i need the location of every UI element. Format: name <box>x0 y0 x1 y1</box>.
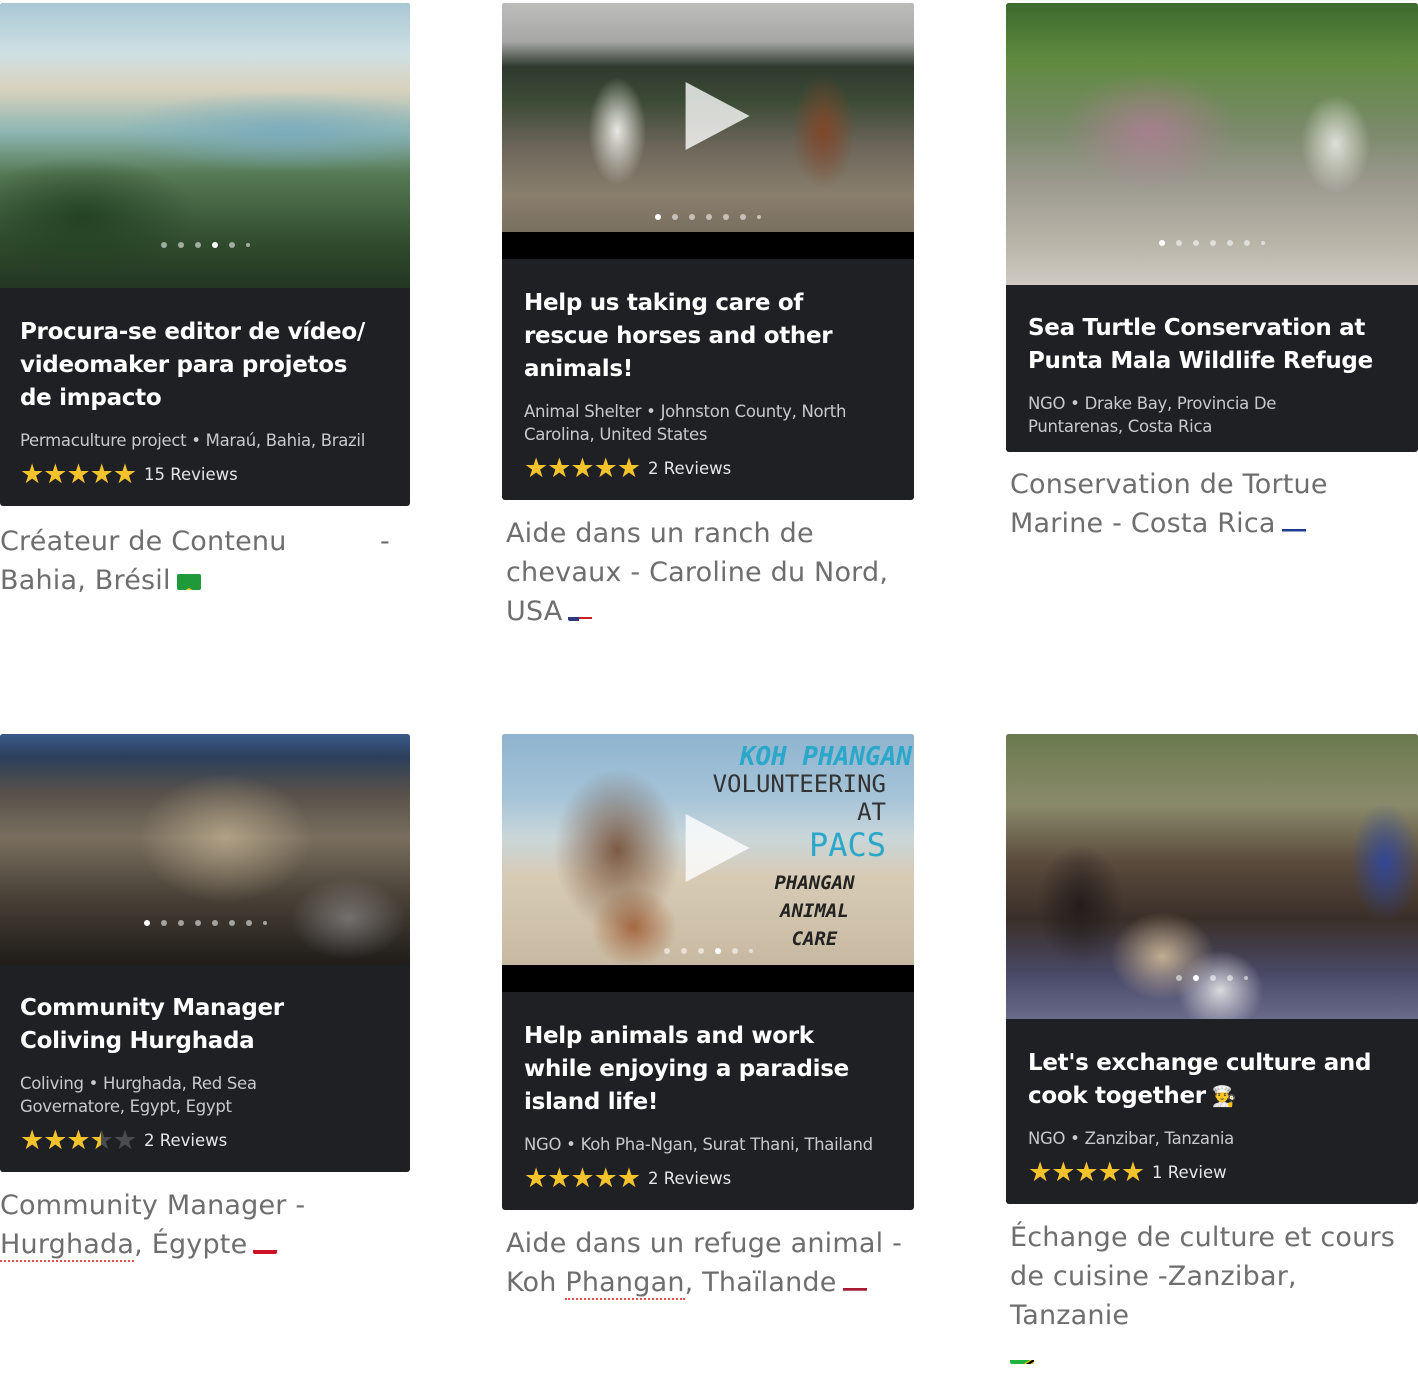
carousel-dot-active[interactable] <box>1159 240 1165 246</box>
listing-card[interactable]: Community Manager Coliving Hurghada Coli… <box>0 734 410 1264</box>
listing-photo[interactable] <box>1006 734 1418 1019</box>
review-count[interactable]: 2 Reviews <box>648 459 731 478</box>
carousel-dot[interactable] <box>680 948 687 954</box>
listing-title[interactable]: Sea Turtle Conservation at Punta Mala Wi… <box>1028 312 1378 378</box>
carousel-dot[interactable] <box>706 214 712 220</box>
star-rating-icon: ★★★★★★★★★★ <box>524 1163 641 1193</box>
carousel-dot[interactable] <box>177 920 184 926</box>
review-count[interactable]: 2 Reviews <box>144 1131 227 1150</box>
review-count[interactable]: 1 Review <box>1152 1163 1227 1182</box>
carousel-dot[interactable] <box>1176 975 1182 981</box>
rating: ★★★★★★★★★★ 2 Reviews <box>20 1126 390 1154</box>
rating: ★★★★★ ★★★★★ 15 Reviews <box>20 460 390 488</box>
chef-icon: 👨‍🍳 <box>1211 1084 1237 1108</box>
listing-title[interactable]: Procura-se editor de vídeo/ videomaker p… <box>20 316 370 415</box>
play-icon[interactable] <box>685 813 750 882</box>
rating: ★★★★★★★★★★ 2 Reviews <box>524 1164 894 1192</box>
listing-caption: Échange de culture et cours de cuisine -… <box>1006 1218 1410 1374</box>
carousel-dot[interactable] <box>1227 240 1233 246</box>
listing-meta: NGO • Koh Pha-Ngan, Surat Thani, Thailan… <box>524 1135 873 1154</box>
listing-card[interactable]: Let's exchange culture and cook together… <box>1006 734 1418 1374</box>
carousel-dot-active[interactable] <box>1193 975 1199 981</box>
carousel-dot[interactable] <box>262 921 267 925</box>
brazil-flag-icon <box>176 574 201 590</box>
carousel-dot[interactable] <box>740 214 746 220</box>
review-count[interactable]: 15 Reviews <box>144 465 238 484</box>
listing-meta: Permaculture project • Maraú, Bahia, Bra… <box>20 431 365 450</box>
listing-caption: Aide dans un refuge animal - Koh Phangan… <box>502 1224 914 1302</box>
rating: ★★★★★ ★★★★★ 1 Review <box>1028 1158 1398 1186</box>
carousel-dot[interactable] <box>672 214 678 220</box>
carousel-dot[interactable] <box>757 215 761 219</box>
carousel-dot[interactable] <box>228 920 235 926</box>
star-rating-icon: ★★★★★★★★★★ <box>1028 1157 1145 1187</box>
carousel-dot-active[interactable] <box>211 242 218 248</box>
carousel-dot[interactable] <box>211 920 218 926</box>
listing-photo[interactable] <box>1006 3 1418 285</box>
carousel-dot[interactable] <box>731 948 738 954</box>
listing-meta: Coliving • Hurghada, Red Sea Governatore… <box>20 1074 257 1116</box>
costa-rica-flag-icon <box>1281 517 1306 533</box>
carousel-dot[interactable] <box>177 242 184 248</box>
listing-meta: Animal Shelter • Johnston County, North … <box>524 402 847 444</box>
carousel-dot[interactable] <box>194 242 201 248</box>
listing-card[interactable]: Procura-se editor de vídeo/ videomaker p… <box>0 3 410 600</box>
listing-photo[interactable] <box>0 3 410 288</box>
listing-title[interactable]: Community Manager Coliving Hurghada <box>20 992 290 1058</box>
carousel-dot-active[interactable] <box>655 214 661 220</box>
carousel-dot[interactable] <box>245 243 250 247</box>
listing-video[interactable] <box>502 3 914 259</box>
listing-card[interactable]: KOH PHANGAN VOLUNTEERING AT PACS PHANGAN… <box>502 734 914 1302</box>
play-icon[interactable] <box>685 81 750 150</box>
listing-meta: NGO • Zanzibar, Tanzania <box>1028 1129 1234 1148</box>
misspelled-word[interactable]: Phangan <box>565 1267 685 1300</box>
carousel-dot[interactable] <box>1210 975 1216 981</box>
thailand-flag-icon <box>842 1276 867 1292</box>
listing-photo[interactable] <box>0 734 410 965</box>
usa-flag-icon <box>568 605 593 621</box>
listing-title[interactable]: Help us taking care of rescue horses and… <box>524 287 874 386</box>
carousel-dot[interactable] <box>1193 240 1199 246</box>
listing-card[interactable]: Sea Turtle Conservation at Punta Mala Wi… <box>1006 3 1418 543</box>
listing-title[interactable]: Let's exchange culture and cook together… <box>1028 1047 1378 1113</box>
carousel-dot[interactable] <box>1210 240 1216 246</box>
carousel-dot[interactable] <box>1244 240 1250 246</box>
misspelled-word[interactable]: Hurghada <box>0 1229 135 1262</box>
carousel-dot[interactable] <box>160 920 167 926</box>
carousel-dot-active[interactable] <box>714 948 721 954</box>
tanzania-flag-icon <box>1010 1348 1034 1364</box>
carousel-dot[interactable] <box>1227 975 1233 981</box>
carousel-dot[interactable] <box>1244 976 1248 980</box>
star-rating-icon: ★★★★★★★★★★ <box>524 453 641 483</box>
review-count[interactable]: 2 Reviews <box>648 1169 731 1188</box>
carousel-dot[interactable] <box>1261 241 1265 245</box>
listing-caption: Community Manager - Hurghada, Égypte <box>0 1186 410 1264</box>
thumbnail-text: PHANGAN ANIMAL CARE <box>774 872 855 950</box>
carousel-dot[interactable] <box>748 949 753 953</box>
listing-meta: NGO • Drake Bay, Provincia De Puntarenas… <box>1028 394 1277 436</box>
listing-caption: Aide dans un ranch de chevaux - Caroline… <box>502 514 896 631</box>
egypt-flag-icon <box>253 1238 278 1254</box>
carousel-dot[interactable] <box>689 214 695 220</box>
carousel-dot-active[interactable] <box>143 920 150 926</box>
carousel-dot[interactable] <box>697 948 704 954</box>
listing-caption: Conservation de Tortue Marine - Costa Ri… <box>1006 465 1418 543</box>
carousel-dot[interactable] <box>663 948 670 954</box>
rating: ★★★★★★★★★★ 2 Reviews <box>524 454 894 482</box>
listing-caption: Créateur de Contenu - Bahia, Brésil <box>0 522 410 600</box>
carousel-dot[interactable] <box>228 242 235 248</box>
listing-video[interactable]: KOH PHANGAN VOLUNTEERING AT PACS PHANGAN… <box>502 734 914 992</box>
carousel-dot[interactable] <box>160 242 167 248</box>
carousel-dot[interactable] <box>194 920 201 926</box>
carousel-dot[interactable] <box>723 214 729 220</box>
carousel-dot[interactable] <box>245 920 252 926</box>
star-rating-icon: ★★★★★★★★★★ <box>20 459 137 489</box>
listing-card[interactable]: Help us taking care of rescue horses and… <box>502 3 914 631</box>
star-rating-icon: ★★★★★★★★★★ <box>20 1125 137 1155</box>
carousel-dot[interactable] <box>1176 240 1182 246</box>
listing-title[interactable]: Help animals and work while enjoying a p… <box>524 1020 884 1119</box>
